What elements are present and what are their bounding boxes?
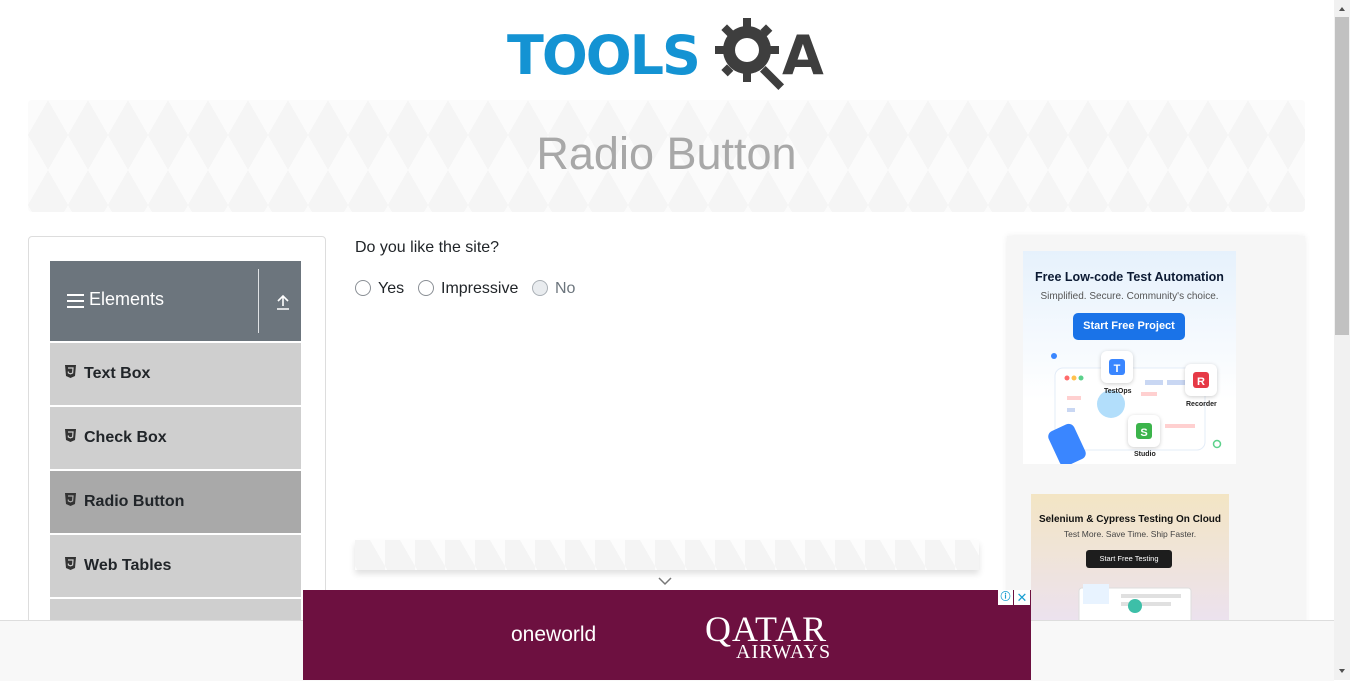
studio-tile: S (1128, 415, 1160, 447)
airways-text: AIRWAYS (736, 641, 832, 663)
page-banner: Radio Button (28, 100, 1305, 212)
tile-label: Recorder (1186, 401, 1217, 408)
svg-text:S: S (1140, 427, 1147, 439)
sidebar-item-label: Web Tables (84, 557, 172, 574)
qatar-airways-ad[interactable]: oneworld QATAR AIRWAYS (303, 590, 1031, 680)
html5-icon (65, 493, 76, 506)
ad-cta-button[interactable]: Start Free Testing (1086, 550, 1172, 568)
elements-group-header[interactable]: Elements (50, 261, 301, 341)
sidebar-item-text-box[interactable]: Text Box (50, 341, 301, 405)
radio-circle (532, 280, 548, 296)
page-title: Radio Button (536, 128, 797, 179)
toolsqa-logo[interactable]: TOOLS A (507, 16, 837, 91)
html5-icon (65, 365, 76, 378)
footer-strip (355, 540, 979, 570)
ad-subtitle: Test More. Save Time. Ship Faster. (1063, 529, 1197, 539)
chevron-down-icon[interactable] (658, 576, 672, 586)
radio-label[interactable]: Yes (378, 280, 404, 298)
tile-label: TestOps (1104, 388, 1132, 395)
svg-text:R: R (1197, 376, 1205, 388)
tile-label: Studio (1134, 451, 1156, 458)
radio-label: No (555, 280, 576, 297)
html5-icon (65, 429, 76, 442)
html5-icon (65, 557, 76, 570)
sidebar-item-check-box[interactable]: Check Box (50, 405, 301, 469)
radio-circle[interactable] (355, 280, 371, 296)
sidebar-item-web-tables[interactable]: Web Tables (50, 533, 301, 597)
ad-title: Selenium & Cypress Testing On Cloud (1038, 514, 1222, 525)
scrollbar-thumb[interactable] (1335, 17, 1349, 335)
collapse-icon[interactable] (274, 293, 292, 311)
logo-a-text: A (782, 24, 824, 87)
sidebar-item-label: Text Box (84, 365, 151, 382)
ad-illustration (1078, 584, 1192, 620)
svg-text:T: T (1114, 363, 1121, 375)
ad-lambdatest[interactable]: Selenium & Cypress Testing On Cloud Test… (1031, 494, 1229, 620)
adchoices-icon[interactable]: ⓘ (998, 590, 1013, 605)
ad-katalon[interactable]: Free Low-code Test Automation Simplified… (1023, 251, 1236, 464)
testops-tile: T (1101, 351, 1133, 383)
ad-title: Free Low-code Test Automation (1035, 270, 1224, 284)
radio-label[interactable]: Impressive (441, 280, 518, 298)
scroll-down-icon[interactable] (1336, 665, 1348, 677)
sidebar-item-label: Radio Button (84, 493, 185, 510)
recorder-tile: R (1185, 364, 1217, 396)
question-text: Do you like the site? (355, 239, 500, 256)
menu-icon (67, 294, 84, 308)
testops-icon: T (1109, 359, 1125, 375)
group-title: Elements (89, 289, 165, 309)
sidebar-item-radio-button[interactable]: Radio Button (50, 469, 301, 533)
gear-magnifier-icon (715, 18, 785, 91)
ad-cta-button[interactable]: Start Free Project (1073, 313, 1185, 340)
close-icon[interactable]: ✕ (1014, 590, 1030, 605)
studio-icon: S (1136, 423, 1152, 439)
ad-subtitle: Simplified. Secure. Community's choice. (1040, 291, 1219, 302)
recorder-icon: R (1193, 372, 1209, 388)
oneworld-text: oneworld (511, 623, 597, 646)
divider (258, 269, 259, 333)
logo-tools-text: TOOLS (507, 24, 701, 87)
sidebar-item-label: Check Box (84, 429, 167, 446)
radio-circle[interactable] (418, 280, 434, 296)
scroll-up-icon[interactable] (1336, 3, 1348, 15)
